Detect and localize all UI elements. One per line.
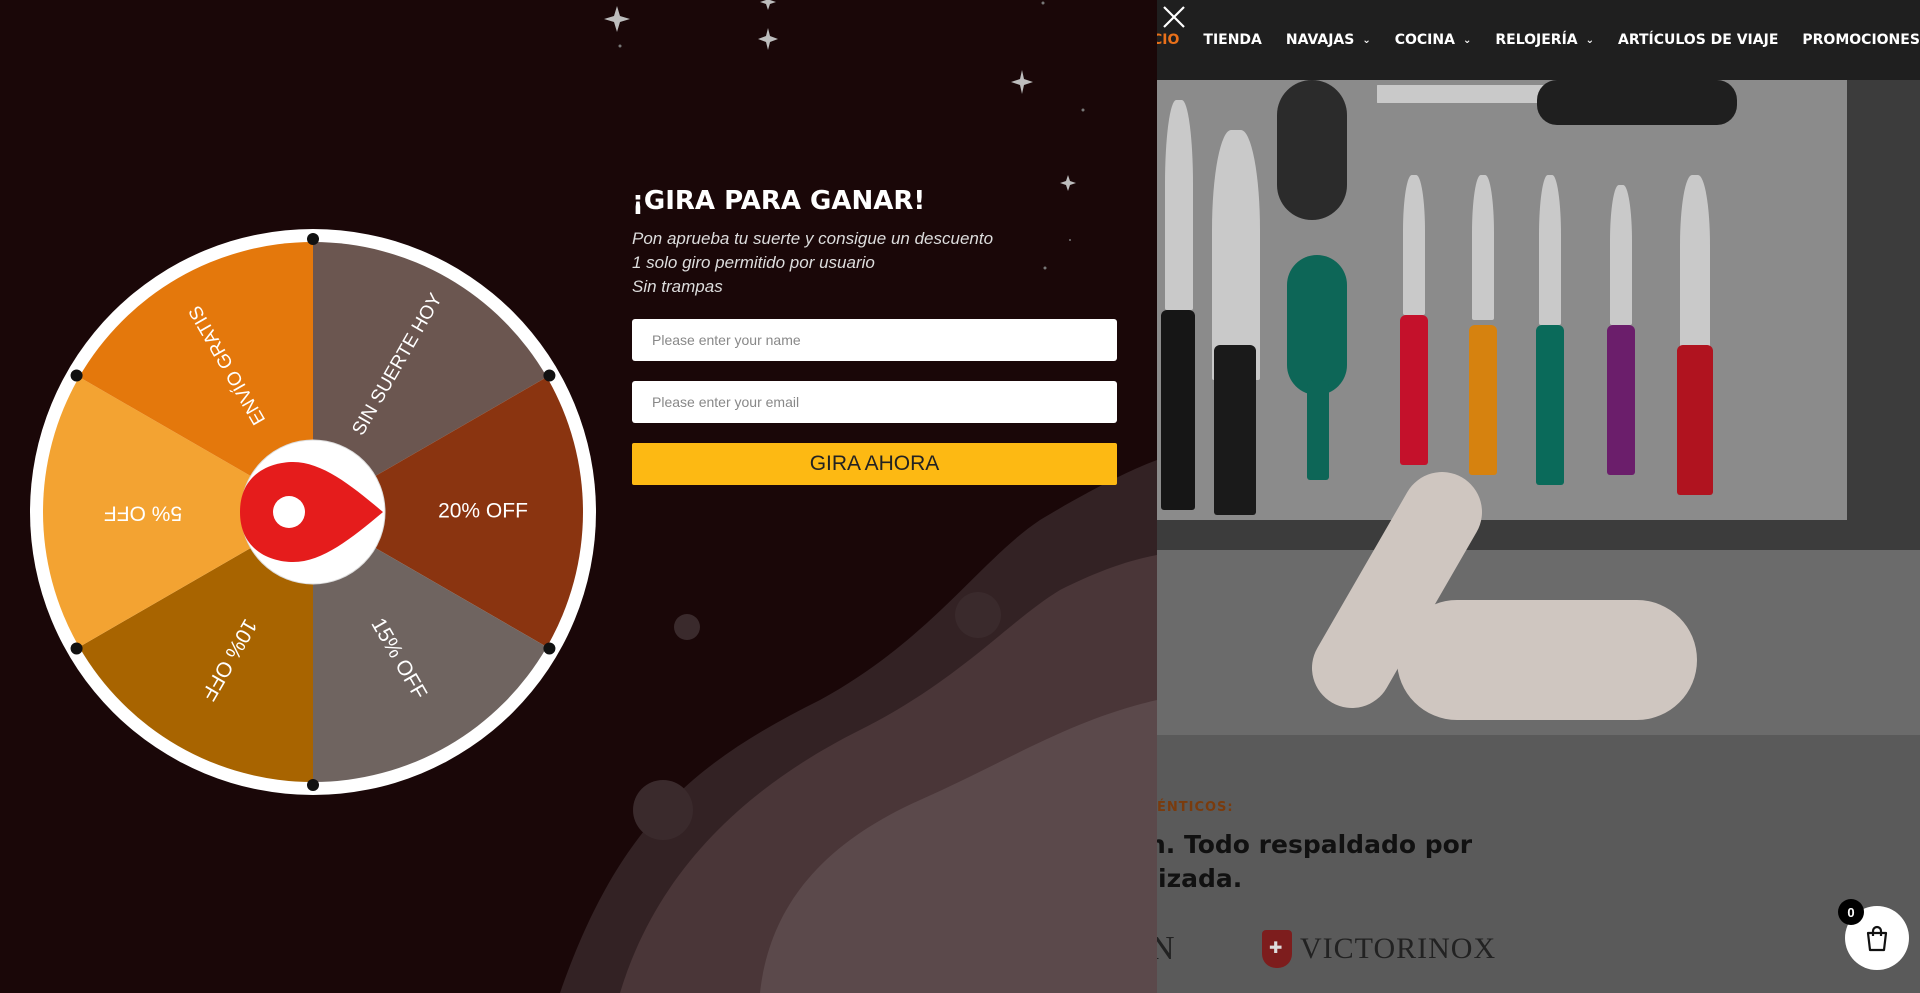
knife-blade: [1403, 175, 1425, 315]
drawer-tray: [1157, 80, 1847, 520]
nav-item-navajas[interactable]: NAVAJAS ⌄: [1286, 32, 1371, 48]
scissors-grip: [1537, 80, 1737, 125]
knife-handle-red: [1400, 315, 1428, 465]
wheel-pointer-icon: [240, 439, 386, 585]
wheel-peg: [543, 642, 556, 655]
section-kicker: ÉNTICOS:: [1157, 800, 1234, 815]
knife-handle-purple: [1607, 325, 1635, 475]
headline-line-1: n. Todo respaldado por: [1148, 830, 1473, 859]
knife-handle-red: [1677, 345, 1713, 495]
close-icon[interactable]: [1160, 3, 1188, 31]
spin-button[interactable]: GIRA AHORA: [632, 443, 1117, 485]
popup-subtitle: Pon aprueba tu suerte y consigue un desc…: [632, 227, 993, 299]
hero-image-knives: [1157, 80, 1920, 735]
name-field[interactable]: [632, 319, 1117, 361]
wheel-segment-label: 5% OFF: [104, 501, 182, 524]
knife-blade: [1680, 175, 1710, 350]
nav-item-cocina[interactable]: COCINA ⌄: [1395, 32, 1472, 48]
chevron-down-icon: ⌄: [1462, 34, 1472, 46]
brand-name: VICTORINOX: [1300, 932, 1497, 965]
knife-handle: [1214, 345, 1256, 515]
prize-wheel[interactable]: SIN SUERTE HOY20% OFF15% OFF10% OFF5% OF…: [23, 222, 603, 802]
nav-item-relojeria[interactable]: RELOJERÍA ⌄: [1495, 32, 1594, 48]
knife-blade: [1212, 130, 1260, 380]
wheel-peg: [70, 642, 83, 655]
shopping-bag-icon: [1866, 925, 1888, 952]
drawer-image: [1157, 80, 1920, 550]
wheel-peg: [70, 369, 83, 382]
spin-wheel-popup: SIN SUERTE HOY 20% OFF 15% OFF 10% OFF 5% OF…: [0, 0, 1157, 993]
peeler-handle: [1307, 380, 1329, 480]
popup-title: ¡GIRA PARA GANAR!: [632, 186, 926, 216]
nav-item-promociones[interactable]: PROMOCIONES: [1802, 32, 1920, 48]
knife-handle-orange: [1469, 325, 1497, 475]
cart-count-badge: 0: [1838, 899, 1864, 925]
chevron-down-icon: ⌄: [1362, 34, 1371, 46]
knife-blade: [1539, 175, 1561, 325]
victorinox-shield-icon: [1262, 930, 1292, 968]
wheel-peg: [543, 369, 556, 382]
victorinox-logo: VICTORINOX: [1262, 930, 1496, 968]
chevron-down-icon: ⌄: [1585, 34, 1594, 46]
wheel-segment-label: 20% OFF: [438, 500, 528, 523]
knife-handle: [1161, 310, 1195, 510]
main-nav: CIO TIENDA NAVAJAS ⌄ COCINA ⌄ RELOJERÍA ⌄ A…: [1152, 0, 1920, 80]
knife-handle-green: [1536, 325, 1564, 485]
nav-item-articulos-de-viaje[interactable]: ARTÍCULOS DE VIAJE: [1618, 32, 1778, 48]
email-field[interactable]: [632, 381, 1117, 423]
subtitle-line: Sin trampas: [632, 277, 723, 296]
knife-blade: [1610, 185, 1632, 325]
headline-line-2: izada.: [1158, 864, 1243, 893]
section-headline: n. Todo respaldado por izada.: [1148, 828, 1568, 896]
subtitle-line: 1 solo giro permitido por usuario: [632, 253, 875, 272]
wheel-peg: [307, 779, 319, 791]
wheel-peg: [307, 233, 319, 245]
close-icon-glyph: [1163, 6, 1185, 28]
nav-item-tienda[interactable]: TIENDA: [1203, 32, 1262, 48]
subtitle-line: Pon aprueba tu suerte y consigue un desc…: [632, 229, 994, 248]
knife-blade: [1165, 100, 1193, 310]
peeler: [1287, 255, 1347, 395]
hand-palm: [1397, 600, 1697, 720]
scissors-handle: [1277, 80, 1347, 220]
knife-blade: [1472, 175, 1494, 320]
